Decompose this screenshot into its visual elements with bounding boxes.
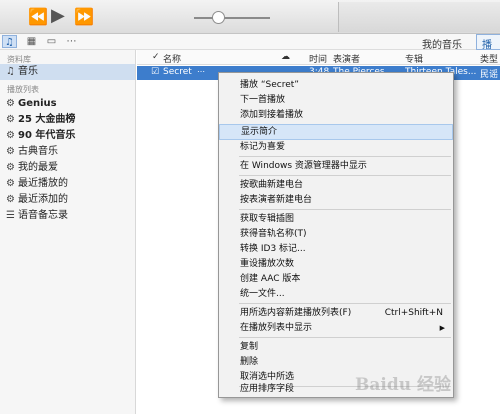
menu-item-station-from-artist[interactable]: 按表演者新建电台 xyxy=(219,192,453,208)
gear-icon: ⚙ xyxy=(6,114,15,125)
menu-separator xyxy=(239,337,451,338)
my-music-tab[interactable]: 我的音乐 xyxy=(422,36,462,51)
menu-item-get-artwork[interactable]: 获取专辑插图 xyxy=(219,211,453,227)
gear-icon: ⚙ xyxy=(6,130,15,141)
menu-separator xyxy=(239,156,451,157)
menu-item-show-in-playlist[interactable]: 在播放列表中显示 ▶ xyxy=(219,320,453,336)
tv-icon[interactable]: ▭ xyxy=(44,35,59,48)
sidebar-item-playlist[interactable]: ⚙ 我的最爱 xyxy=(0,160,135,176)
volume-slider[interactable] xyxy=(194,17,270,19)
sidebar: 资料库 ♫ 音乐 播放列表 ⚙ Genius ⚙ 25 大金曲榜 ⚙ 90 年代音乐 ⚙… xyxy=(0,50,136,414)
sidebar-item-playlist[interactable]: ☰ 语音备忘录 xyxy=(0,208,135,224)
sidebar-item-playlist[interactable]: ⚙ 最近播放的 xyxy=(0,176,135,192)
menu-item-copy[interactable]: 复制 xyxy=(219,339,453,355)
column-album[interactable]: 专辑 xyxy=(405,52,423,65)
genius-icon: ⚙ xyxy=(6,98,15,109)
menu-separator xyxy=(239,175,451,176)
check-icon[interactable]: ✓ xyxy=(152,52,160,62)
column-time[interactable]: 时间 xyxy=(309,52,327,65)
menu-item-play-next[interactable]: 下一首播放 xyxy=(219,92,453,108)
volume-knob[interactable] xyxy=(211,11,225,24)
menu-item-get-track-names[interactable]: 获得音轨名称(T) xyxy=(219,226,453,242)
gear-icon: ⚙ xyxy=(6,146,15,157)
sidebar-item-playlist[interactable]: ⚙ 25 大金曲榜 xyxy=(0,112,135,128)
menu-separator xyxy=(239,303,451,304)
menu-item-convert-id3[interactable]: 转换 ID3 标记... xyxy=(219,241,453,257)
menu-item-play[interactable]: 播放 “Secret” xyxy=(219,77,453,93)
more-icon[interactable]: ⋯ xyxy=(64,35,79,48)
column-genre[interactable]: 类型 xyxy=(480,52,498,65)
play-icon[interactable]: ▶ xyxy=(51,7,65,25)
toolbar: ♫ ▦ ▭ ⋯ 我的音乐 播放 xyxy=(0,34,500,66)
status-display xyxy=(338,2,500,32)
list-icon: ☰ xyxy=(6,210,15,221)
sidebar-item-playlist[interactable]: ⚙ 90 年代音乐 xyxy=(0,128,135,144)
rewind-icon[interactable]: ⏪ xyxy=(28,8,48,26)
broadcast-tab[interactable]: 播放 xyxy=(476,34,500,66)
fast-forward-icon[interactable]: ⏩ xyxy=(74,8,94,26)
context-menu: 播放 “Secret” 下一首播放 添加到接着播放 显示简介 标记为喜爱 在 W… xyxy=(218,72,454,398)
sidebar-item-music[interactable]: ♫ 音乐 xyxy=(0,64,135,80)
sidebar-item-playlist[interactable]: ⚙ 古典音乐 xyxy=(0,144,135,160)
menu-separator xyxy=(239,209,451,210)
menu-item-get-info[interactable]: 显示简介 xyxy=(219,124,453,140)
sidebar-item-genius[interactable]: ⚙ Genius xyxy=(0,96,135,112)
player-bar: ⏪ ▶ ⏩ xyxy=(0,0,500,34)
menu-item-add-up-next[interactable]: 添加到接着播放 xyxy=(219,107,453,123)
shortcut-label: Ctrl+Shift+N xyxy=(384,308,443,318)
gear-icon: ⚙ xyxy=(6,194,15,205)
menu-item-consolidate[interactable]: 统一文件... xyxy=(219,286,453,302)
menu-item-show-in-explorer[interactable]: 在 Windows 资源管理器中显示 xyxy=(219,158,453,174)
film-icon[interactable]: ▦ xyxy=(24,35,39,48)
cloud-icon[interactable]: ☁ xyxy=(281,52,290,62)
playlists-header: 播放列表 xyxy=(7,85,39,94)
menu-item-love[interactable]: 标记为喜爱 xyxy=(219,139,453,155)
music-note-icon[interactable]: ♫ xyxy=(2,35,17,48)
track-genre: 民谣 xyxy=(480,70,499,80)
gear-icon: ⚙ xyxy=(6,162,15,173)
column-name[interactable]: 名称 xyxy=(163,52,181,65)
music-note-icon: ♫ xyxy=(6,66,15,77)
menu-item-station-from-song[interactable]: 按歌曲新建电台 xyxy=(219,177,453,193)
check-icon[interactable]: ☑ xyxy=(151,67,159,77)
gear-icon: ⚙ xyxy=(6,178,15,189)
track-list-header: ✓ 名称 ☁ 时间 表演者 专辑 类型 xyxy=(137,50,500,65)
watermark: Baidu 经验 xyxy=(355,375,452,395)
column-artist[interactable]: 表演者 xyxy=(333,52,360,65)
sidebar-item-playlist[interactable]: ⚙ 最近添加的 xyxy=(0,192,135,208)
menu-item-reset-plays[interactable]: 重设播放次数 xyxy=(219,256,453,272)
submenu-arrow-icon: ▶ xyxy=(439,324,445,332)
menu-item-new-playlist-from-selection[interactable]: 用所选内容新建播放列表(F) Ctrl+Shift+N xyxy=(219,305,453,321)
menu-item-create-aac[interactable]: 创建 AAC 版本 xyxy=(219,271,453,287)
more-options-icon[interactable]: ⋯ xyxy=(197,67,205,76)
menu-item-delete[interactable]: 删除 xyxy=(219,354,453,370)
